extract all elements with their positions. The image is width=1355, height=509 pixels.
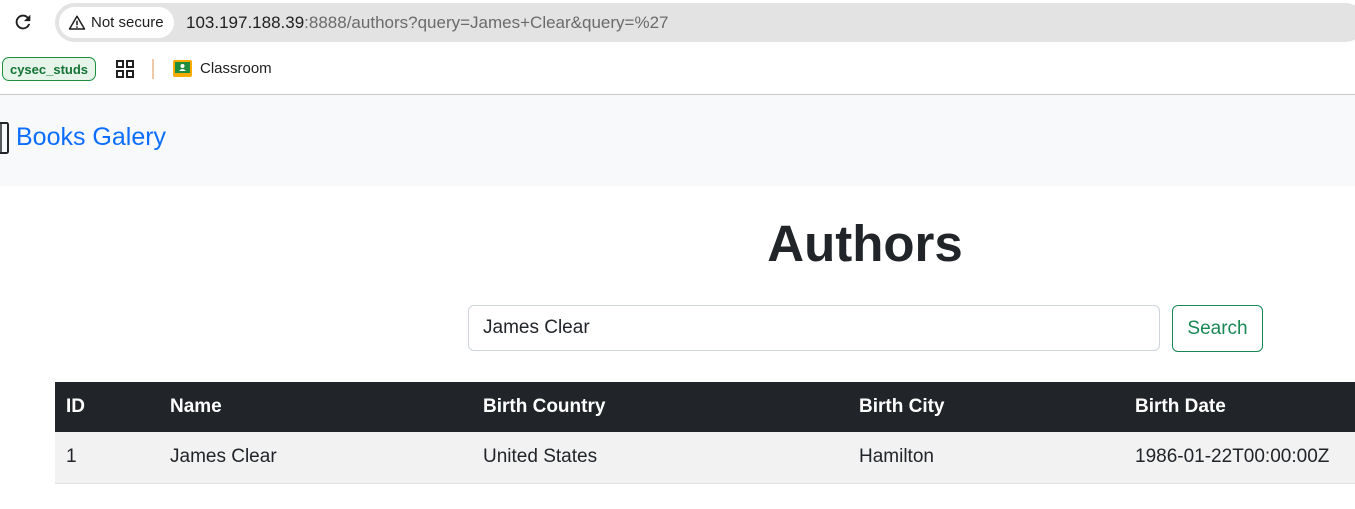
table-header-row: ID Name Birth Country Birth City Birth D…: [55, 382, 1355, 432]
column-header-birth-country: Birth Country: [483, 396, 606, 417]
page-title: Authors: [767, 215, 963, 272]
authors-table: ID Name Birth Country Birth City Birth D…: [55, 382, 1355, 484]
apps-grid-icon[interactable]: [116, 60, 134, 78]
url-host: 103.197.188.39: [186, 13, 305, 32]
url-text[interactable]: 103.197.188.39:8888/authors?query=James+…: [186, 13, 669, 33]
app-navbar: [0, 95, 1355, 186]
search-button[interactable]: Search: [1172, 305, 1263, 352]
cell-birth-date: 1986-01-22T00:00:00Z: [1135, 446, 1330, 468]
column-header-id: ID: [66, 396, 85, 417]
book-icon: [0, 122, 9, 154]
security-chip-label: Not secure: [91, 14, 164, 31]
warning-icon: [68, 15, 86, 30]
url-path: :8888/authors?query=James+Clear&query=%2…: [304, 13, 669, 32]
classroom-icon[interactable]: [173, 60, 192, 77]
cell-name: James Clear: [170, 446, 277, 468]
column-header-birth-city: Birth City: [859, 396, 945, 417]
reload-icon[interactable]: [12, 11, 34, 33]
table-row: 1 James Clear United States Hamilton 198…: [55, 432, 1355, 483]
browser-toolbar: Not secure 103.197.188.39:8888/authors?q…: [0, 0, 1355, 46]
column-header-name: Name: [170, 396, 222, 417]
cell-birth-city: Hamilton: [859, 446, 934, 468]
profile-pill[interactable]: cysec_studs: [2, 57, 96, 81]
cell-birth-country: United States: [483, 446, 598, 468]
column-header-birth-date: Birth Date: [1135, 396, 1226, 417]
bookmarks-bar: cysec_studs Classroom: [0, 46, 1355, 95]
bookmark-separator: [152, 59, 154, 79]
bookmark-classroom[interactable]: Classroom: [200, 60, 272, 77]
address-bar[interactable]: Not secure 103.197.188.39:8888/authors?q…: [55, 3, 1355, 42]
security-chip[interactable]: Not secure: [59, 7, 174, 38]
search-input[interactable]: [468, 305, 1160, 351]
brand-link[interactable]: Books Galery: [16, 123, 166, 152]
cell-id: 1: [66, 446, 77, 468]
